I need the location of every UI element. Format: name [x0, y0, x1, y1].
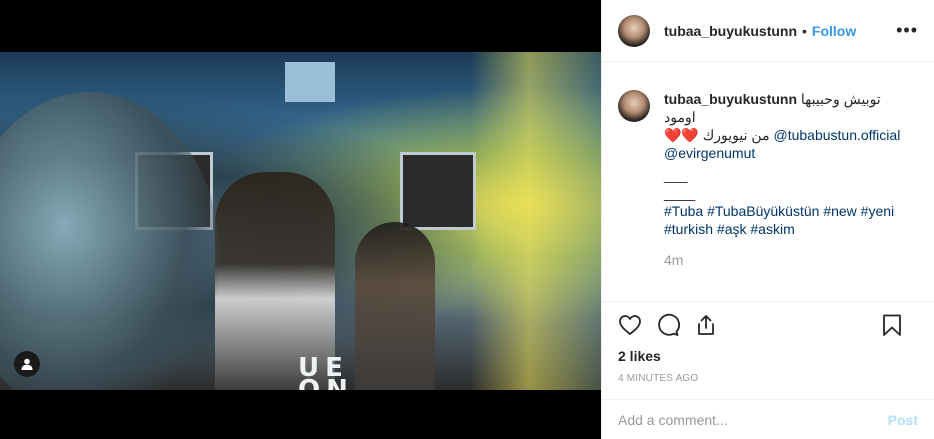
post-timestamp: 4 MINUTES AGO: [618, 373, 699, 384]
hashtag-link[interactable]: #TubaBüyüküstün: [707, 203, 819, 219]
post-media[interactable]: UE ON: [0, 0, 601, 439]
caption: tubaa_buyukustunn توبيش وحبيبها اومود من…: [602, 62, 934, 302]
bookmark-icon[interactable]: [880, 313, 904, 337]
caption-body: tubaa_buyukustunn توبيش وحبيبها اومود من…: [664, 90, 914, 301]
instagram-post: UE ON tubaa_buyukustunn • Follow ••• tub…: [0, 0, 934, 439]
post-photo: UE ON: [0, 52, 601, 390]
comment-icon[interactable]: [656, 313, 680, 337]
hashtag-link[interactable]: #Tuba: [664, 203, 703, 219]
caption-separator-2: ____: [664, 185, 696, 201]
comment-input[interactable]: Add a comment...: [618, 412, 728, 428]
likes-count[interactable]: 2 likes: [602, 348, 934, 364]
user-tag-icon[interactable]: [14, 351, 40, 377]
caption-time[interactable]: 4m: [664, 251, 914, 269]
photo-foreground: [0, 92, 220, 390]
follow-button[interactable]: Follow: [812, 23, 856, 39]
caption-username[interactable]: tubaa_buyukustunn: [664, 91, 797, 107]
mention-link-1[interactable]: @tubabustun.official: [773, 127, 900, 143]
post-comment-button[interactable]: Post: [888, 412, 918, 428]
photo-figure-2: [355, 222, 435, 390]
caption-separator-1: ___: [664, 167, 688, 183]
hashtag-link[interactable]: #askim: [750, 221, 794, 237]
post-sidebar: tubaa_buyukustunn • Follow ••• tubaa_buy…: [601, 0, 934, 439]
shirt-print: UE ON: [298, 353, 354, 390]
caption-text-2: من نيويورك ❤️❤️: [664, 127, 770, 143]
share-icon[interactable]: [694, 313, 718, 337]
comment-bar: Add a comment... Post: [602, 399, 934, 439]
hashtag-link[interactable]: #aşk: [717, 221, 747, 237]
photo-light-flare: [470, 52, 601, 390]
separator-dot: •: [802, 22, 807, 39]
action-bar: [602, 302, 934, 348]
more-options-icon[interactable]: •••: [896, 20, 918, 41]
avatar[interactable]: [618, 14, 650, 47]
author-username[interactable]: tubaa_buyukustunn: [664, 23, 797, 39]
caption-avatar[interactable]: [618, 90, 650, 122]
heart-icon[interactable]: [618, 313, 642, 337]
mention-link-2[interactable]: @evirgenumut: [664, 144, 914, 162]
hashtag-link[interactable]: #turkish: [664, 221, 713, 237]
hashtag-link[interactable]: #new: [823, 203, 856, 219]
hashtag-link[interactable]: #yeni: [861, 203, 894, 219]
post-header: tubaa_buyukustunn • Follow •••: [602, 0, 934, 62]
